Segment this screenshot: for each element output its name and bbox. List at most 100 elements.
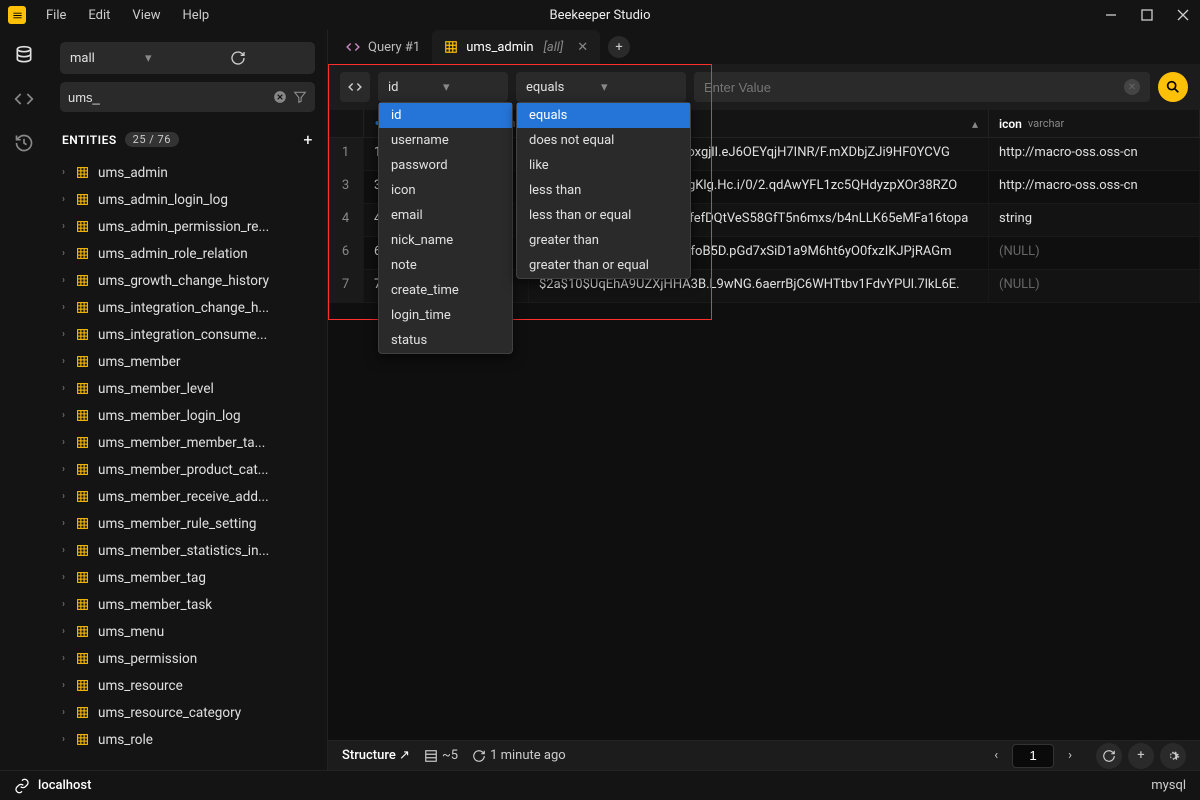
add-entity-button[interactable]: + [303,130,313,149]
entity-name: ums_resource [98,678,183,694]
chevron-right-icon: › [62,167,76,178]
entity-name: ums_role [98,732,153,748]
sidebar-entity-item[interactable]: ›ums_member [48,348,327,375]
dropdown-item[interactable]: username [379,128,512,153]
tab-table[interactable]: ums_admin [all] ✕ [432,30,600,64]
table-icon [76,247,90,260]
filter-operator-select[interactable]: equals▾ equalsdoes not equallikeless tha… [516,72,686,102]
dropdown-item[interactable]: login_time [379,303,512,328]
column-header-icon[interactable]: iconvarchar [989,110,1200,137]
refresh-icon[interactable] [230,50,305,66]
dropdown-item[interactable]: icon [379,178,512,203]
prev-page-button[interactable]: ‹ [988,746,1004,765]
sidebar-entity-item[interactable]: ›ums_member_task [48,591,327,618]
code-icon [346,40,360,54]
sidebar-entity-item[interactable]: ›ums_member_rule_setting [48,510,327,537]
cell-icon[interactable]: (NULL) [989,237,1200,269]
table-settings-button[interactable] [1160,743,1186,769]
row-number-header [328,110,364,137]
sidebar-entity-item[interactable]: ›ums_member_level [48,375,327,402]
page-input[interactable] [1012,744,1054,768]
minimize-button[interactable] [1102,6,1120,24]
sidebar-entity-item[interactable]: ›ums_admin_login_log [48,186,327,213]
sidebar-entity-item[interactable]: ›ums_admin_role_relation [48,240,327,267]
tab-query[interactable]: Query #1 [334,30,432,64]
chevron-right-icon: › [62,599,76,610]
dropdown-item[interactable]: status [379,328,512,353]
dropdown-item[interactable]: create_time [379,278,512,303]
chevron-right-icon: › [62,707,76,718]
sidebar-entity-item[interactable]: ›ums_member_login_log [48,402,327,429]
clear-search-icon[interactable] [273,90,287,104]
menu-view[interactable]: View [132,8,160,23]
sidebar-entity-item[interactable]: › ums_admin [48,159,327,186]
dropdown-item[interactable]: does not equal [517,128,690,153]
connection-status[interactable]: localhost [14,778,91,794]
sidebar-entity-item[interactable]: ›ums_growth_change_history [48,267,327,294]
sidebar-entity-item[interactable]: ›ums_menu [48,618,327,645]
next-page-button[interactable]: › [1062,746,1078,765]
sidebar-entity-item[interactable]: ›ums_admin_permission_re... [48,213,327,240]
filter-column-select[interactable]: id▾ idusernamepasswordiconemailnick_name… [378,72,508,102]
entity-name: ums_admin [98,165,168,181]
operator-dropdown: equalsdoes not equallikeless thanless th… [516,102,691,279]
dropdown-item[interactable]: greater than [517,228,690,253]
dropdown-item[interactable]: equals [517,103,690,128]
clear-filter-icon[interactable]: ✕ [1124,79,1140,95]
entity-search-input[interactable] [68,90,267,105]
code-icon[interactable] [13,88,35,110]
entity-search[interactable] [60,82,315,112]
sidebar-entity-item[interactable]: ›ums_integration_change_h... [48,294,327,321]
dropdown-item[interactable]: less than [517,178,690,203]
dropdown-item[interactable]: like [517,153,690,178]
filter-icon[interactable] [293,90,307,104]
cell-icon[interactable]: string [989,204,1200,236]
dropdown-item[interactable]: password [379,153,512,178]
add-row-button[interactable]: + [1128,743,1154,769]
cell-icon[interactable]: http://macro-oss.oss-cn [989,138,1200,170]
close-button[interactable] [1174,6,1192,24]
sidebar-entity-item[interactable]: ›ums_member_statistics_in... [48,537,327,564]
run-filter-button[interactable] [1158,72,1188,102]
database-icon[interactable] [13,44,35,66]
dropdown-item[interactable]: nick_name [379,228,512,253]
dropdown-item[interactable]: email [379,203,512,228]
sidebar-entity-item[interactable]: ›ums_integration_consume... [48,321,327,348]
table-icon [76,328,90,341]
history-icon[interactable] [13,132,35,154]
add-tab-button[interactable]: + [608,36,630,58]
dropdown-item[interactable]: id [379,103,512,128]
menu-edit[interactable]: Edit [88,8,110,23]
row-number: 4 [328,204,364,236]
sidebar-entity-item[interactable]: ›ums_permission [48,645,327,672]
sidebar-entity-item[interactable]: ›ums_member_member_ta... [48,429,327,456]
sidebar-entity-item[interactable]: ›ums_member_product_cat... [48,456,327,483]
titlebar: File Edit View Help Beekeeper Studio [0,0,1200,30]
refresh-table-button[interactable] [1096,743,1122,769]
dropdown-item[interactable]: greater than or equal [517,253,690,278]
sidebar-entity-item[interactable]: ›ums_resource [48,672,327,699]
tab-subtitle: [all] [544,40,564,55]
database-selector[interactable]: mall ▾ [60,42,315,74]
sidebar-entity-item[interactable]: ›ums_resource_category [48,699,327,726]
chevron-right-icon: › [62,410,76,421]
filter-toggle-button[interactable] [340,72,370,102]
sort-icon[interactable]: ▴ [972,117,978,131]
maximize-button[interactable] [1138,6,1156,24]
menu-file[interactable]: File [46,8,66,23]
entity-name: ums_permission [98,651,197,667]
dropdown-item[interactable]: less than or equal [517,203,690,228]
dropdown-item[interactable]: note [379,253,512,278]
menu-help[interactable]: Help [183,8,210,23]
filter-value-input[interactable] [704,80,1124,95]
table-icon [76,544,90,557]
cell-icon[interactable]: http://macro-oss.oss-cn [989,171,1200,203]
close-tab-icon[interactable]: ✕ [577,40,588,55]
sidebar-entity-item[interactable]: ›ums_role [48,726,327,753]
table-icon [76,571,90,584]
chevron-right-icon: › [62,626,76,637]
sidebar-entity-item[interactable]: ›ums_member_tag [48,564,327,591]
cell-icon[interactable]: (NULL) [989,270,1200,302]
structure-button[interactable]: Structure ↗ [342,748,410,763]
sidebar-entity-item[interactable]: ›ums_member_receive_add... [48,483,327,510]
